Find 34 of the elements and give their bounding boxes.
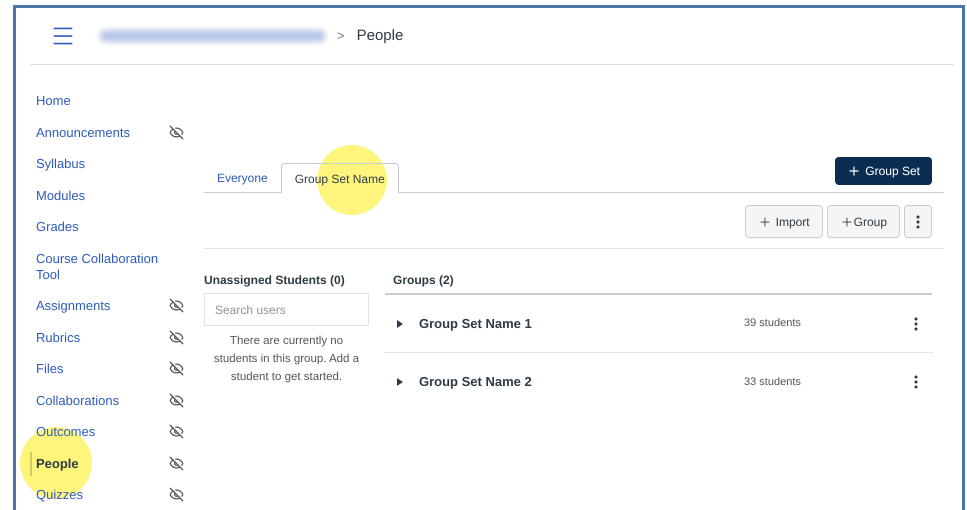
more-icon[interactable]	[914, 316, 918, 330]
sidebar-item[interactable]: Modules	[36, 188, 86, 204]
sidebar-item[interactable]: Home	[36, 93, 71, 109]
breadcrumb-current: People	[356, 26, 404, 46]
sidebar-item[interactable]: Files	[36, 361, 64, 377]
sidebar-item[interactable]: Collaborations	[36, 392, 120, 408]
sidebar-item[interactable]: Assignments	[36, 298, 110, 314]
plus-icon	[847, 164, 862, 178]
tab[interactable]: Everyone	[204, 163, 281, 193]
import-button[interactable]: Import	[744, 205, 823, 238]
group-name[interactable]: Group Set Name 2	[419, 372, 744, 392]
add-group-button[interactable]: Group	[826, 205, 900, 238]
sidebar-item[interactable]: People	[36, 456, 79, 472]
search-field[interactable]: Search users	[204, 293, 369, 326]
student-count: 33 students	[744, 374, 802, 390]
more-icon	[916, 214, 920, 228]
section-heading: Unassigned Students (0)	[204, 272, 346, 289]
expand-caret-icon[interactable]	[397, 320, 403, 328]
more-icon[interactable]	[914, 375, 918, 389]
expand-caret-icon[interactable]	[397, 378, 403, 386]
empty-message: There are currently no students in this group. Add a student to get started.	[212, 334, 360, 385]
student-count: 39 students	[744, 316, 802, 332]
sidebar-item[interactable]: Course Collaboration Tool	[36, 250, 166, 282]
section-heading: Groups (2)	[392, 272, 455, 289]
plus-icon	[758, 214, 772, 228]
add-group-set-button[interactable]: Group Set	[835, 157, 932, 185]
group-name[interactable]: Group Set Name 1	[419, 314, 744, 334]
sidebar-item[interactable]: Grades	[36, 219, 79, 235]
sidebar-item[interactable]: Syllabus	[36, 156, 86, 172]
plus-icon	[840, 214, 854, 228]
breadcrumb-separator: >	[337, 27, 345, 46]
more-options-button[interactable]	[904, 205, 932, 238]
sidebar-item[interactable]: Rubrics	[36, 330, 80, 346]
sidebar-item[interactable]: Announcements	[36, 124, 130, 140]
